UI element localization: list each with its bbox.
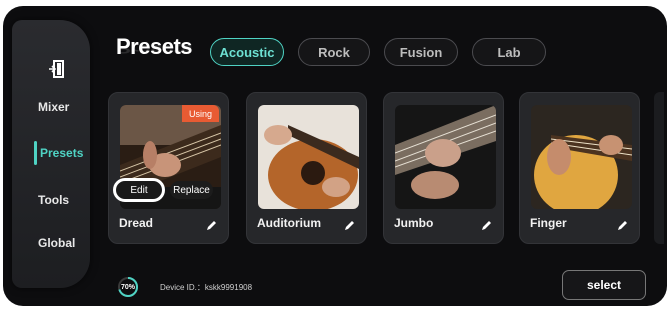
pencil-icon[interactable] [617, 218, 628, 230]
tab-fusion[interactable]: Fusion [384, 38, 458, 66]
next-card-peek [654, 92, 664, 244]
pencil-icon[interactable] [344, 218, 355, 230]
preset-card-dread[interactable]: Using Edit Replace Dread [108, 92, 229, 244]
preset-card-jumbo[interactable]: Jumbo [383, 92, 504, 244]
sidebar-item-tools[interactable]: Tools [38, 193, 100, 207]
replace-button[interactable]: Replace [170, 181, 213, 199]
preset-name: Dread [119, 216, 154, 230]
preset-card-auditorium[interactable]: Auditorium [246, 92, 367, 244]
sidebar-active-indicator [34, 141, 37, 165]
tab-rock[interactable]: Rock [298, 38, 370, 66]
page-title-reflection: Presets [116, 42, 193, 56]
preset-name: Finger [530, 216, 567, 230]
sidebar-item-global[interactable]: Global [38, 236, 100, 250]
device-id: Device ID.：kskk9991908 [160, 283, 253, 292]
tab-lab[interactable]: Lab [472, 38, 546, 66]
preset-image-finger [531, 105, 632, 209]
preset-name: Auditorium [257, 216, 321, 230]
preset-name: Jumbo [394, 216, 434, 230]
pencil-icon[interactable] [206, 218, 217, 230]
preset-image-auditorium [258, 105, 359, 209]
tab-acoustic[interactable]: Acoustic [210, 38, 284, 66]
pencil-icon[interactable] [481, 218, 492, 230]
progress-label: 70% [120, 283, 135, 291]
preset-card-finger[interactable]: Finger [519, 92, 640, 244]
exit-icon[interactable] [47, 58, 69, 80]
sidebar-item-mixer[interactable]: Mixer [38, 100, 100, 114]
select-button[interactable]: select [562, 270, 646, 300]
preset-image-jumbo [395, 105, 496, 209]
edit-button[interactable]: Edit [113, 178, 165, 202]
status-badge-using: Using [182, 105, 219, 122]
sidebar-item-presets[interactable]: Presets [40, 146, 102, 160]
